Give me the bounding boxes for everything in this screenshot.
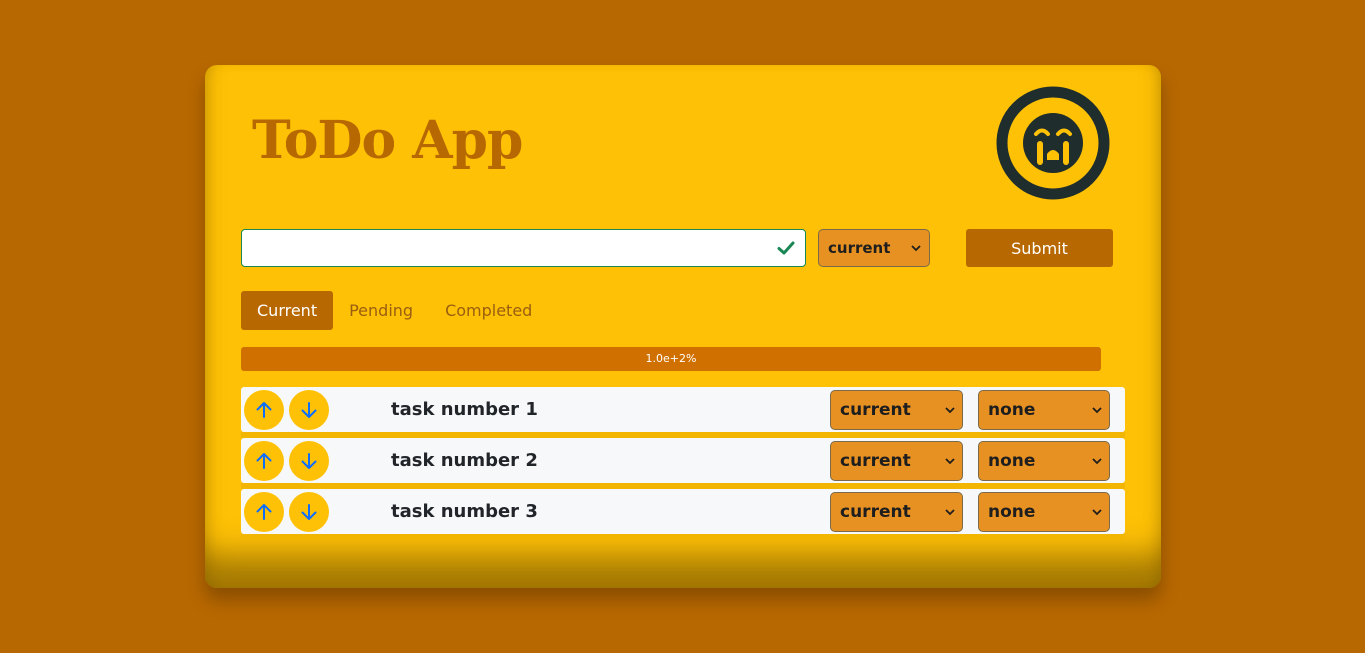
new-task-status-select[interactable]: currentpendingcompleted — [818, 229, 930, 267]
arrow-up-icon — [256, 452, 272, 469]
arrow-down-icon — [301, 452, 317, 469]
task-input-field[interactable] — [241, 229, 806, 267]
task-name: task number 3 — [391, 501, 538, 522]
check-icon — [777, 241, 795, 255]
status-tabs: Current Pending Completed — [241, 291, 548, 330]
move-up-button[interactable] — [244, 441, 284, 481]
arrow-down-icon — [301, 503, 317, 520]
list-item: task number 1 current none — [241, 387, 1125, 438]
task-status-select[interactable]: current — [830, 441, 963, 481]
task-status-wrapper: current — [830, 492, 963, 532]
task-status-wrapper: current — [830, 441, 963, 481]
crying-face-icon — [996, 86, 1110, 200]
move-up-button[interactable] — [244, 390, 284, 430]
task-list: task number 1 current none task number 2… — [241, 387, 1125, 540]
task-status-select[interactable]: current — [830, 390, 963, 430]
task-priority-wrapper: none — [978, 441, 1110, 481]
task-name: task number 1 — [391, 399, 538, 420]
task-priority-select[interactable]: none — [978, 390, 1110, 430]
arrow-up-icon — [256, 401, 272, 418]
task-status-select[interactable]: current — [830, 492, 963, 532]
submit-button[interactable]: Submit — [966, 229, 1113, 267]
move-down-button[interactable] — [289, 390, 329, 430]
task-name: task number 2 — [391, 450, 538, 471]
task-priority-select[interactable]: none — [978, 492, 1110, 532]
tab-completed[interactable]: Completed — [429, 291, 548, 330]
progress-label: 1.0e+2% — [241, 347, 1101, 371]
list-item: task number 2 current none — [241, 438, 1125, 489]
arrow-down-icon — [301, 401, 317, 418]
task-status-wrapper: current — [830, 390, 963, 430]
new-task-status-wrapper: currentpendingcompleted — [818, 229, 930, 267]
task-priority-select[interactable]: none — [978, 441, 1110, 481]
move-down-button[interactable] — [289, 441, 329, 481]
progress-bar: 1.0e+2% — [241, 347, 1101, 371]
app-title: ToDo App — [252, 110, 523, 171]
todo-card: ToDo App currentpendingcompleted Submit … — [205, 65, 1161, 588]
move-down-button[interactable] — [289, 492, 329, 532]
move-up-button[interactable] — [244, 492, 284, 532]
tab-pending[interactable]: Pending — [333, 291, 429, 330]
task-input[interactable] — [252, 230, 776, 266]
task-priority-wrapper: none — [978, 492, 1110, 532]
task-priority-wrapper: none — [978, 390, 1110, 430]
arrow-up-icon — [256, 503, 272, 520]
tab-current[interactable]: Current — [241, 291, 334, 330]
list-item: task number 3 current none — [241, 489, 1125, 540]
